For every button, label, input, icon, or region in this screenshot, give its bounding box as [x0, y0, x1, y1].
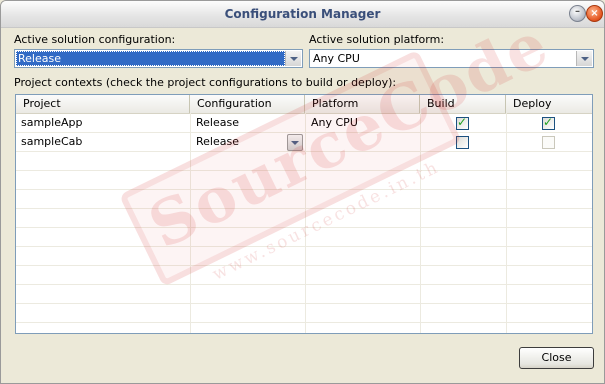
active-platform-label: Active solution platform: — [309, 33, 445, 46]
window-title: Configuration Manager — [224, 7, 381, 21]
empty-row — [16, 266, 592, 285]
close-window-button[interactable]: × — [586, 5, 603, 22]
column-header-project[interactable]: Project — [16, 95, 190, 113]
dropdown-arrow-icon[interactable] — [287, 134, 303, 151]
empty-row — [16, 152, 592, 171]
project-platform[interactable] — [306, 133, 311, 151]
empty-row — [16, 190, 592, 209]
minimize-icon: – — [575, 6, 580, 17]
empty-row — [16, 247, 592, 266]
empty-row — [16, 228, 592, 247]
column-header-deploy[interactable]: Deploy — [506, 95, 592, 113]
column-header-platform[interactable]: Platform — [305, 95, 420, 113]
configuration-manager-dialog: Configuration Manager – × Active solutio… — [0, 0, 605, 384]
project-contexts-grid: Project Configuration Platform Build Dep… — [15, 94, 593, 334]
close-icon: × — [590, 8, 599, 19]
dropdown-arrow-icon[interactable] — [576, 51, 592, 66]
project-configuration: Release — [196, 135, 239, 148]
project-name: sampleApp — [21, 116, 83, 129]
minimize-button[interactable]: – — [569, 5, 586, 22]
row-configuration-dropdown[interactable]: Release — [191, 133, 304, 151]
project-contexts-label: Project contexts (check the project conf… — [14, 76, 397, 89]
checkmark-icon: ✓ — [543, 115, 554, 129]
active-config-label: Active solution configuration: — [14, 33, 176, 46]
project-platform[interactable]: Any CPU — [306, 114, 358, 132]
empty-row — [16, 171, 592, 190]
deploy-checkbox — [542, 136, 555, 149]
column-header-build[interactable]: Build — [420, 95, 506, 113]
deploy-checkbox[interactable]: ✓ — [542, 115, 555, 130]
active-platform-value: Any CPU — [313, 52, 360, 65]
column-header-configuration[interactable]: Configuration — [190, 95, 305, 113]
close-button[interactable]: Close — [519, 347, 594, 369]
project-configuration[interactable]: Release — [191, 114, 239, 132]
empty-row — [16, 209, 592, 228]
empty-row — [16, 304, 592, 323]
project-name: sampleCab — [21, 135, 83, 148]
table-row[interactable]: sampleCab Release — [16, 133, 592, 152]
dropdown-arrow-icon[interactable] — [285, 51, 301, 66]
title-bar: Configuration Manager – × — [1, 1, 604, 28]
table-row[interactable]: sampleApp Release Any CPU ✓ ✓ — [16, 114, 592, 133]
grid-header: Project Configuration Platform Build Dep… — [16, 95, 592, 114]
active-config-dropdown[interactable]: Release — [14, 49, 303, 68]
active-config-value: Release — [16, 51, 285, 66]
build-checkbox[interactable]: ✓ — [456, 115, 469, 130]
empty-row — [16, 285, 592, 304]
build-checkbox[interactable] — [456, 136, 469, 149]
checkmark-icon: ✓ — [457, 115, 468, 129]
active-platform-dropdown[interactable]: Any CPU — [309, 49, 594, 68]
